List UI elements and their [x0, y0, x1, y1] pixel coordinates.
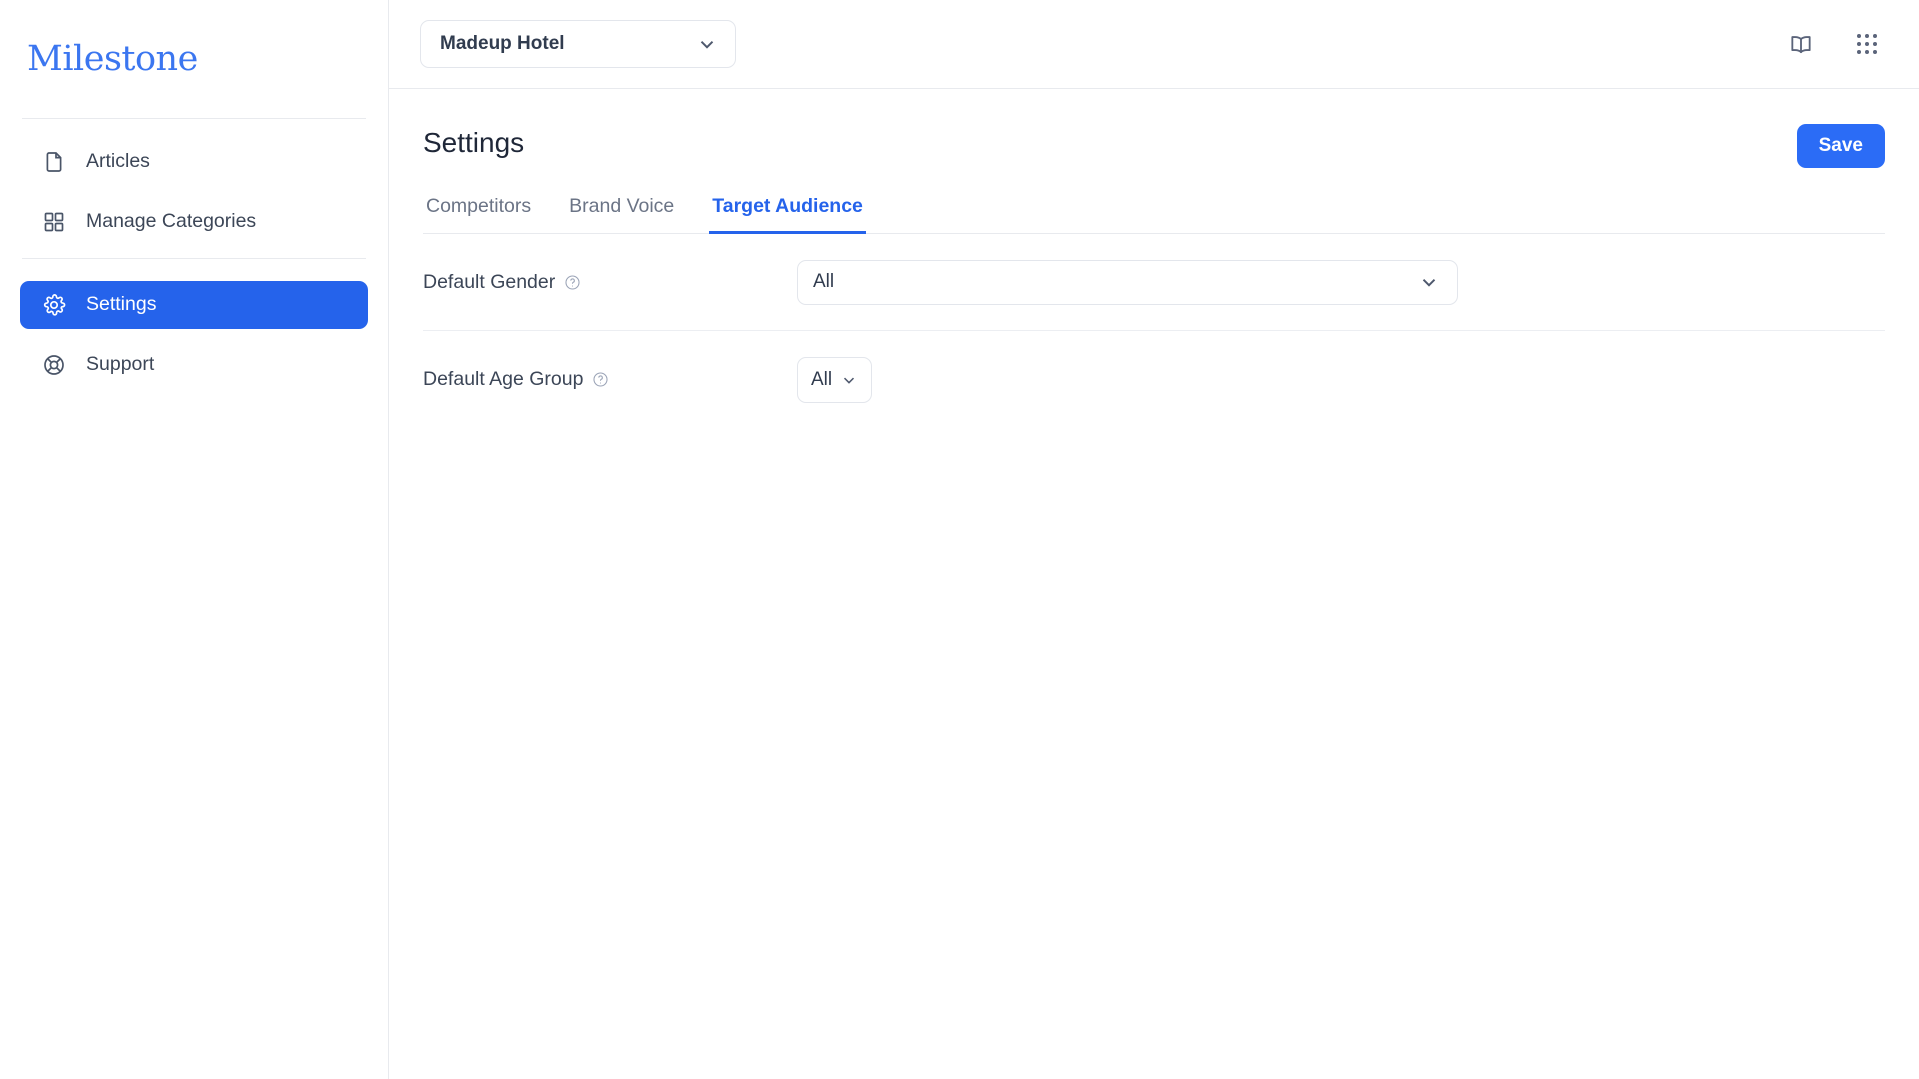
- form-row-default-gender: Default Gender All: [423, 234, 1885, 331]
- lifebuoy-icon: [41, 352, 67, 378]
- property-select-value: Madeup Hotel: [440, 33, 565, 54]
- chevron-down-icon: [1418, 271, 1440, 293]
- sidebar-nav-divider: [22, 258, 366, 259]
- help-circle-icon[interactable]: [592, 371, 609, 388]
- field-label-text: Default Age Group: [423, 368, 584, 390]
- save-button[interactable]: Save: [1796, 124, 1885, 168]
- content-area: Settings Save Competitors Brand Voice Ta…: [389, 89, 1919, 1079]
- chevron-down-icon: [840, 371, 858, 389]
- sidebar-nav: Articles Manage Categories Settings Supp…: [0, 119, 388, 389]
- sidebar-item-settings[interactable]: Settings: [20, 281, 368, 329]
- sidebar: Milestone Articles Manage Categories Set…: [0, 0, 389, 1079]
- help-circle-icon[interactable]: [564, 274, 581, 291]
- page-title: Settings: [423, 127, 525, 158]
- sidebar-item-articles[interactable]: Articles: [20, 138, 368, 186]
- sidebar-item-label: Support: [86, 353, 155, 376]
- sidebar-item-support[interactable]: Support: [20, 341, 368, 389]
- logo-area: Milestone: [0, 0, 388, 118]
- tab-competitors[interactable]: Competitors: [423, 195, 534, 234]
- default-age-group-select[interactable]: All: [797, 356, 873, 403]
- property-select[interactable]: Madeup Hotel: [420, 20, 736, 68]
- book-icon[interactable]: [1786, 29, 1816, 59]
- main-area: Madeup Hotel Settings Save Competitors B…: [389, 0, 1919, 1079]
- document-icon: [41, 149, 67, 175]
- milestone-logo[interactable]: Milestone: [27, 39, 198, 79]
- sidebar-item-label: Articles: [86, 150, 150, 173]
- grid-icon: [41, 209, 67, 235]
- sidebar-item-label: Manage Categories: [86, 210, 257, 233]
- gear-icon: [41, 292, 67, 318]
- sidebar-item-label: Settings: [86, 293, 157, 316]
- sidebar-item-manage-categories[interactable]: Manage Categories: [20, 198, 368, 246]
- app-root: Milestone Articles Manage Categories Set…: [0, 0, 1919, 1079]
- topbar: Madeup Hotel: [389, 0, 1919, 89]
- page-header: Settings Save: [423, 89, 1885, 168]
- field-label-default-age-group: Default Age Group: [423, 368, 797, 391]
- apps-grid-icon[interactable]: [1852, 29, 1882, 59]
- chevron-down-icon: [696, 33, 718, 55]
- form-row-default-age-group: Default Age Group All: [423, 331, 1885, 428]
- topbar-icons: [1786, 29, 1882, 59]
- tab-brand-voice[interactable]: Brand Voice: [566, 195, 677, 234]
- field-label-default-gender: Default Gender: [423, 271, 797, 294]
- apps-grid-dots: [1857, 34, 1877, 54]
- default-gender-value: All: [813, 271, 835, 292]
- default-gender-select[interactable]: All: [797, 259, 1458, 305]
- tab-target-audience[interactable]: Target Audience: [709, 195, 866, 234]
- default-age-group-value: All: [811, 368, 833, 390]
- settings-tabs: Competitors Brand Voice Target Audience: [423, 195, 1885, 234]
- field-label-text: Default Gender: [423, 270, 556, 293]
